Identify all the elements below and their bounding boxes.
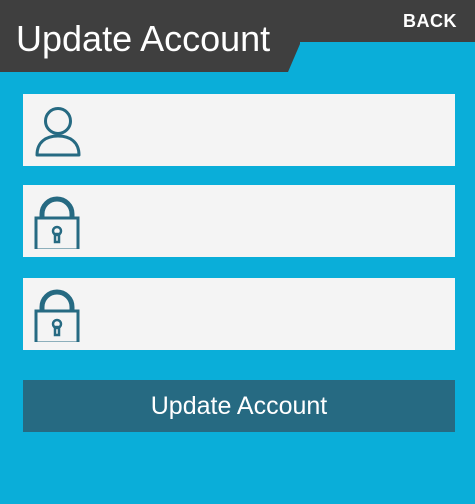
username-field: [23, 94, 455, 166]
username-input[interactable]: [87, 100, 455, 160]
lock-icon: [31, 193, 87, 252]
update-account-button[interactable]: Update Account: [23, 380, 455, 432]
password-input[interactable]: [87, 191, 455, 251]
page-title: Update Account: [16, 18, 271, 59]
lock-icon: [31, 286, 87, 345]
confirm-password-input[interactable]: [87, 284, 455, 344]
confirm-password-field: [23, 278, 455, 350]
user-icon: [31, 102, 87, 158]
back-button[interactable]: BACK: [403, 10, 457, 32]
password-field: [23, 185, 455, 257]
